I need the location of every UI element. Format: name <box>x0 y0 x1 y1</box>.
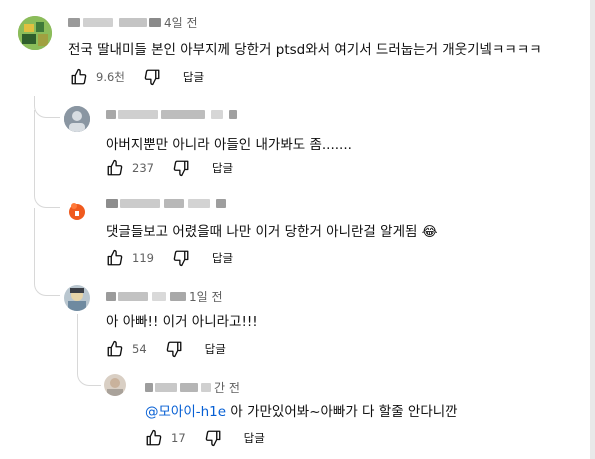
thumbs-up-icon[interactable] <box>145 429 163 447</box>
avatar-image <box>64 106 90 132</box>
thumbs-up-icon[interactable] <box>106 249 124 267</box>
author-name[interactable] <box>68 18 80 27</box>
avatar-image <box>104 374 126 396</box>
thread-connector <box>34 110 60 208</box>
comments-panel: { "comments": [ { "time": "4일 전", "text"… <box>0 0 595 459</box>
comment-actions: 54 답글 <box>106 340 226 358</box>
thumbs-up-icon[interactable] <box>106 340 124 358</box>
comment-actions: 119 답글 <box>106 249 233 267</box>
comment-text: 아버지뿐만 아니라 아들인 내가봐도 좀....... <box>106 137 352 153</box>
comment-text: 댓글들보고 어렸을때 나만 이거 당한거 아니란걸 알게됨 😂 <box>106 224 438 240</box>
thumbs-down-icon[interactable] <box>165 340 183 358</box>
mention-link[interactable]: @모아이-h1e <box>145 404 226 420</box>
reply-button[interactable]: 답글 <box>205 341 226 357</box>
comment-header: 간 전 <box>145 379 240 396</box>
avatar-image <box>64 285 90 311</box>
thumbs-down-icon[interactable] <box>143 68 161 86</box>
author-name[interactable] <box>145 383 153 392</box>
comment-text-body: 아 가만있어봐~아빠가 다 할줄 안다니깐 <box>226 404 458 420</box>
thumbs-up-icon[interactable] <box>106 159 124 177</box>
comment-timestamp[interactable]: 1일 전 <box>189 288 223 305</box>
author-name[interactable] <box>106 110 116 119</box>
comment-header <box>106 199 229 208</box>
like-count: 9.6천 <box>96 70 125 84</box>
avatar[interactable] <box>18 16 52 50</box>
comment-text: @모아이-h1e 아 가만있어봐~아빠가 다 할줄 안다니깐 <box>145 400 458 420</box>
thumbs-down-icon[interactable] <box>172 159 190 177</box>
comment-actions: 237 답글 <box>106 159 233 177</box>
comment-text: 아 아빠!! 이거 아니라고!!! <box>106 314 258 330</box>
comment-timestamp[interactable]: 간 전 <box>214 379 240 396</box>
comment-timestamp[interactable]: 4일 전 <box>164 14 198 31</box>
avatar[interactable] <box>104 374 126 396</box>
comment-header: 1일 전 <box>106 288 223 305</box>
reply-button[interactable]: 답글 <box>244 430 265 446</box>
reply-button[interactable]: 답글 <box>183 69 204 85</box>
thumbs-down-icon[interactable] <box>204 429 222 447</box>
scrollbar-track[interactable] <box>590 0 595 459</box>
comment-actions: 17 답글 <box>145 429 265 447</box>
reply-button[interactable]: 답글 <box>212 250 233 266</box>
author-name[interactable] <box>106 292 116 301</box>
avatar-image <box>18 16 52 50</box>
like-count: 237 <box>132 161 154 175</box>
thumbs-down-icon[interactable] <box>172 249 190 267</box>
comment-header <box>106 110 240 119</box>
avatar-image <box>64 198 90 224</box>
author-name[interactable] <box>106 199 118 208</box>
like-count: 119 <box>132 251 154 265</box>
thumbs-up-icon[interactable] <box>70 68 88 86</box>
avatar[interactable] <box>64 285 90 311</box>
avatar[interactable] <box>64 198 90 224</box>
reply-button[interactable]: 답글 <box>212 160 233 176</box>
comment-text: 전국 딸내미들 본인 아부지께 당한거 ptsd와서 여기서 드러눕는거 개웃기… <box>68 42 542 58</box>
like-count: 17 <box>171 431 186 445</box>
comment-actions: 9.6천 답글 <box>70 68 204 86</box>
thread-connector <box>34 208 60 296</box>
avatar[interactable] <box>64 106 90 132</box>
thread-connector <box>77 314 101 386</box>
like-count: 54 <box>132 342 147 356</box>
comment-header: 4일 전 <box>68 14 198 31</box>
